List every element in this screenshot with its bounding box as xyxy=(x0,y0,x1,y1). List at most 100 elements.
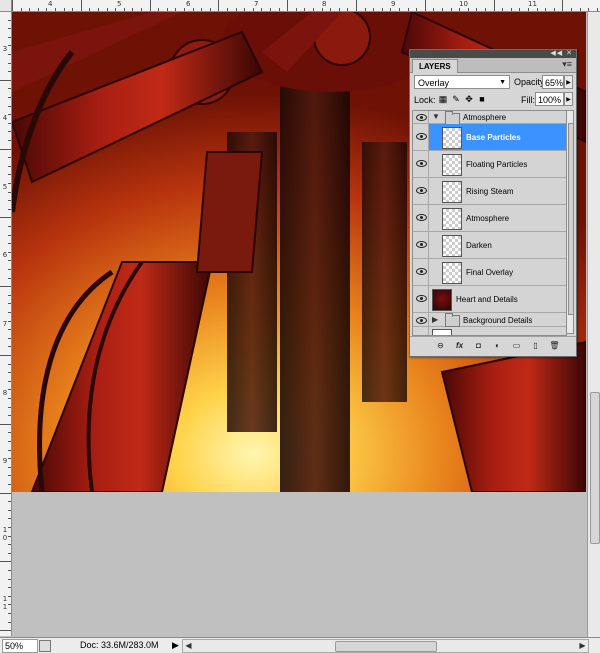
ruler-tick xyxy=(537,8,538,11)
visibility-toggle[interactable] xyxy=(413,151,429,177)
ruler-tick xyxy=(287,0,288,11)
fill-slider-button[interactable]: ▶ xyxy=(564,92,573,106)
vertical-scroll-thumb[interactable] xyxy=(590,392,600,544)
layer-row-atmosphere-group[interactable]: ▼ Atmosphere xyxy=(413,111,566,125)
document-size-info[interactable]: Doc: 33.6M/283.0M xyxy=(80,638,159,652)
ruler-label: 8 xyxy=(322,0,327,8)
ruler-tick xyxy=(279,8,280,11)
ruler-tick xyxy=(0,217,11,218)
ruler-tick xyxy=(227,8,228,11)
ruler-tick xyxy=(0,493,11,494)
layer-row-heart-and-details[interactable]: Heart and Details xyxy=(413,286,566,313)
fx-icon[interactable]: fx xyxy=(454,340,465,351)
ruler-tick xyxy=(8,209,11,210)
disclosure-expanded-icon[interactable]: ▼ xyxy=(432,112,440,121)
blend-mode-select[interactable]: Overlay ▼ xyxy=(414,75,510,89)
scroll-left-button[interactable]: ◀ xyxy=(183,640,194,652)
horizontal-scroll-thumb[interactable] xyxy=(335,641,437,652)
mask-icon[interactable]: ◘ xyxy=(473,340,484,351)
ruler-tick xyxy=(451,8,452,11)
layer-list-scroll-thumb[interactable] xyxy=(568,123,574,315)
fill-label: Fill: xyxy=(521,95,535,105)
lock-all-icon[interactable]: ■ xyxy=(477,94,487,105)
panel-title-bar[interactable]: ◀◀ ✕ xyxy=(410,50,576,58)
new-group-icon[interactable]: ▭ xyxy=(511,340,522,351)
visibility-toggle[interactable] xyxy=(413,232,429,258)
ruler-tick xyxy=(468,8,469,11)
horizontal-ruler[interactable]: 4 5 6 7 8 9 10 11 xyxy=(0,0,600,12)
ruler-tick xyxy=(8,278,11,279)
layer-row-base-particles[interactable]: Base Particles xyxy=(413,124,566,151)
tab-layers[interactable]: LAYERS xyxy=(412,59,458,73)
new-layer-icon[interactable]: ▯ xyxy=(530,340,541,351)
visibility-toggle[interactable] xyxy=(413,178,429,204)
horizontal-scrollbar[interactable]: ◀ ▶ xyxy=(182,639,589,653)
ruler-tick xyxy=(8,346,11,347)
scroll-right-button[interactable]: ▶ xyxy=(577,640,588,652)
disclosure-collapsed-icon[interactable]: ▶ xyxy=(432,315,438,324)
ruler-label: 9 xyxy=(391,0,396,8)
ruler-tick xyxy=(8,587,11,588)
link-icon[interactable]: ⊖ xyxy=(435,340,446,351)
ruler-tick xyxy=(8,88,11,89)
ruler-label: 10 xyxy=(2,526,8,542)
layer-list-scrollbar[interactable] xyxy=(566,110,574,334)
layer-row-atmosphere[interactable]: Atmosphere xyxy=(413,205,566,232)
chevron-down-icon: ▼ xyxy=(499,79,506,86)
layer-row-background-details-group[interactable]: ▶ Background Details xyxy=(413,313,566,327)
opacity-slider-button[interactable]: ▶ xyxy=(564,75,573,89)
ruler-tick xyxy=(253,8,254,11)
status-menu-arrow-icon[interactable]: ▶ xyxy=(172,638,179,652)
layer-list: ▼ Atmosphere Base Particles Floating Par… xyxy=(412,110,567,336)
lock-image-icon[interactable]: ✎ xyxy=(451,94,461,105)
ruler-tick xyxy=(8,63,11,64)
vertical-ruler[interactable]: 3 4 5 6 7 8 9 10 11 xyxy=(0,11,12,636)
ruler-tick xyxy=(390,8,391,11)
ruler-tick xyxy=(8,622,11,623)
ruler-tick xyxy=(8,579,11,580)
trash-icon[interactable]: 🗑 xyxy=(549,340,560,351)
ruler-label: 7 xyxy=(254,0,259,8)
ruler-tick xyxy=(313,8,314,11)
lock-transparency-icon[interactable]: ▦ xyxy=(438,94,448,105)
layer-name: Rising Steam xyxy=(466,187,514,196)
visibility-toggle[interactable] xyxy=(413,205,429,231)
fill-field[interactable]: 100% xyxy=(535,92,564,106)
panel-menu-icon[interactable]: ▾≡ xyxy=(562,59,572,70)
ruler-tick xyxy=(167,8,168,11)
ruler-tick xyxy=(8,338,11,339)
adjustment-icon[interactable]: ◐ xyxy=(492,340,503,351)
visibility-toggle[interactable] xyxy=(413,111,429,123)
ruler-tick xyxy=(339,8,340,11)
panel-window-controls[interactable]: ◀◀ ✕ xyxy=(550,49,573,57)
ruler-tick xyxy=(8,389,11,390)
visibility-toggle[interactable] xyxy=(413,313,429,326)
visibility-toggle[interactable] xyxy=(413,327,429,335)
layer-row-final-overlay[interactable]: Final Overlay xyxy=(413,259,566,286)
layer-thumbnail xyxy=(442,262,462,284)
ruler-tick xyxy=(8,260,11,261)
visibility-toggle[interactable] xyxy=(413,124,429,150)
ruler-tick xyxy=(494,0,495,11)
ruler-corner[interactable] xyxy=(0,0,12,12)
ruler-tick xyxy=(8,484,11,485)
ruler-tick xyxy=(158,8,159,11)
ruler-tick xyxy=(0,149,11,150)
layer-name: Darken xyxy=(466,241,492,250)
layer-row-floating-particles[interactable]: Floating Particles xyxy=(413,151,566,178)
layer-row-partial[interactable] xyxy=(413,327,566,335)
lock-position-icon[interactable]: ✥ xyxy=(464,94,474,105)
zoom-level-field[interactable]: 50% xyxy=(2,639,38,653)
ruler-tick xyxy=(8,544,11,545)
ruler-tick xyxy=(8,157,11,158)
ruler-tick xyxy=(408,8,409,11)
visibility-toggle[interactable] xyxy=(413,286,429,312)
layer-row-rising-steam[interactable]: Rising Steam xyxy=(413,178,566,205)
zoom-preview-icon[interactable] xyxy=(39,640,51,652)
vertical-scrollbar[interactable] xyxy=(587,12,600,637)
ruler-tick xyxy=(8,372,11,373)
ruler-tick xyxy=(588,8,589,11)
visibility-toggle[interactable] xyxy=(413,259,429,285)
layer-row-darken[interactable]: Darken xyxy=(413,232,566,259)
opacity-field[interactable]: 65% xyxy=(542,75,564,89)
